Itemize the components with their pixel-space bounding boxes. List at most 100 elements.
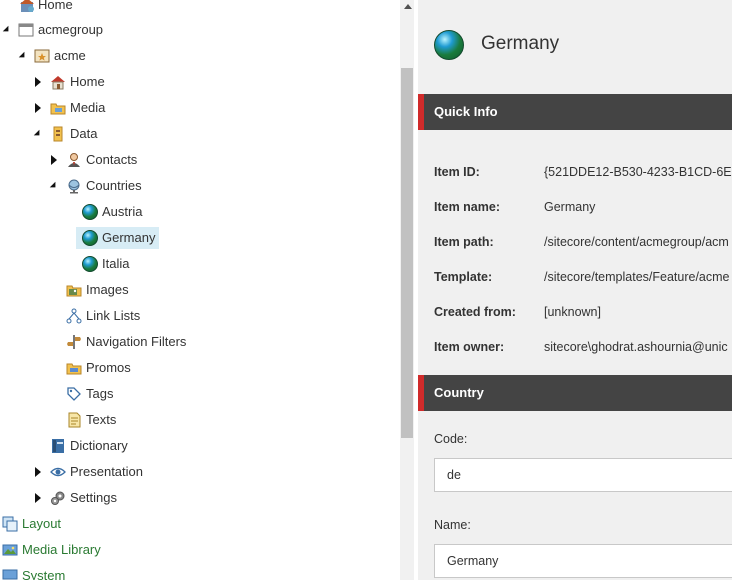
tree-item-media-library[interactable]: Media Library [0, 539, 160, 561]
tree-item-label: Presentation [70, 464, 143, 479]
dictionary-icon [50, 438, 66, 454]
expand-toggle[interactable] [33, 123, 43, 145]
tree-item-dictionary[interactable]: Dictionary [0, 435, 160, 457]
field-label: Item name: [434, 200, 500, 214]
window-icon [18, 22, 34, 38]
tree-item-data[interactable]: Data [0, 123, 160, 145]
media-folder-icon [50, 100, 66, 116]
globe-icon [82, 256, 98, 272]
tree-item-navigation-filters[interactable]: Navigation Filters [0, 331, 200, 353]
field-label: Item path: [434, 235, 494, 249]
section-title: Quick Info [434, 104, 498, 119]
expand-toggle[interactable] [18, 45, 28, 67]
field-label: Item owner: [434, 340, 505, 354]
eye-icon [50, 464, 66, 480]
expand-toggle[interactable] [33, 97, 43, 119]
tree-item-label: Settings [70, 490, 117, 505]
tree-item-promos[interactable]: Promos [0, 357, 160, 379]
tree-item-home[interactable]: Home [0, 71, 160, 93]
text-document-icon [66, 412, 82, 428]
tree-item-label: acme [54, 48, 86, 63]
tree-item-texts[interactable]: Texts [0, 409, 160, 431]
tree-item-label: acmegroup [38, 22, 104, 37]
field-value: [unknown] [544, 305, 601, 319]
contact-person-icon [66, 152, 82, 168]
tree-item-tags[interactable]: Tags [0, 383, 160, 405]
caret-right-icon [35, 77, 41, 87]
name-input[interactable]: Germany [434, 544, 732, 578]
scrollbar-thumb[interactable] [401, 68, 413, 438]
tree-item-label: Countries [86, 178, 142, 193]
expand-toggle[interactable] [2, 19, 12, 41]
field-value: /sitecore/templates/Feature/acme [544, 270, 730, 284]
tree-item-label: System [22, 568, 66, 580]
caret-right-icon [51, 155, 57, 165]
section-title: Country [434, 385, 484, 400]
tree-item-germany[interactable]: Germany [0, 227, 160, 249]
tree-item-label: Austria [102, 204, 143, 219]
tree-item-label: Texts [86, 412, 117, 427]
tree-item-label: Dictionary [70, 438, 128, 453]
section-header-quick-info[interactable]: Quick Info [418, 94, 732, 130]
site-icon [34, 48, 50, 64]
tree-item-label: Tags [86, 386, 114, 401]
code-label: Code: [434, 432, 468, 446]
tree-item-acmegroup[interactable]: acmegroup [0, 19, 140, 41]
images-folder-icon [66, 282, 82, 298]
layout-icon [2, 516, 18, 532]
tree-item-presentation[interactable]: Presentation [0, 461, 170, 483]
tree-item-countries[interactable]: Countries [0, 175, 160, 197]
expand-toggle[interactable] [33, 461, 43, 483]
tree-item-label: Data [70, 126, 98, 141]
signpost-icon [66, 334, 82, 350]
house-icon [50, 74, 66, 90]
field-value: {521DDE12-B530-4233-B1CD-6E08 [544, 165, 732, 179]
field-label: Created from: [434, 305, 516, 319]
tree-item-images[interactable]: Images [0, 279, 160, 301]
caret-right-icon [35, 467, 41, 477]
caret-right-icon [35, 493, 41, 503]
expand-toggle[interactable] [33, 487, 43, 509]
tree-item-label: Germany [98, 227, 160, 249]
globe-stand-icon [66, 178, 82, 194]
scroll-up-arrow-icon[interactable] [404, 4, 412, 9]
tree-item-label: Navigation Filters [86, 334, 187, 349]
expand-toggle[interactable] [49, 175, 59, 197]
field-value: Germany [544, 200, 596, 214]
field-value: sitecore\ghodrat.ashournia@unic [544, 340, 728, 354]
tree-item-label: Link Lists [86, 308, 141, 323]
section-header-country[interactable]: Country [418, 375, 732, 411]
promo-folder-icon [66, 360, 82, 376]
name-label: Name: [434, 518, 471, 532]
tree-item-label: Promos [86, 360, 131, 375]
tree-item-label: Media Library [22, 542, 101, 557]
caret-down-icon [33, 129, 43, 139]
tree-item-media[interactable]: Media [0, 97, 160, 119]
tree-item-acme[interactable]: acme [0, 45, 140, 67]
caret-right-icon [35, 103, 41, 113]
tree-item-label: Layout [22, 516, 62, 531]
tree-item-system[interactable]: System [0, 565, 160, 580]
tree-item-link-lists[interactable]: Link Lists [0, 305, 160, 327]
globe-icon [82, 204, 98, 220]
tree-item-label: Media [70, 100, 106, 115]
tree-item-settings[interactable]: Settings [0, 487, 160, 509]
tree-item-label: Italia [102, 256, 130, 271]
field-value: /sitecore/content/acmegroup/acm [544, 235, 729, 249]
tree-item-austria[interactable]: Austria [0, 201, 160, 223]
data-icon [50, 126, 66, 142]
quick-info-panel: Item ID: {521DDE12-B530-4233-B1CD-6E08 I… [418, 130, 732, 375]
code-input[interactable]: de [434, 458, 732, 492]
tree-item-label: Home [70, 74, 105, 89]
field-label: Template: [434, 270, 493, 284]
tree-item-layout[interactable]: Layout [0, 513, 160, 535]
link-tree-icon [66, 308, 82, 324]
country-panel: Code: de Name: Germany [418, 411, 732, 580]
expand-toggle[interactable] [33, 71, 43, 93]
tree-item-italia[interactable]: Italia [0, 253, 160, 275]
media-library-icon [2, 542, 18, 558]
tree-item-contacts[interactable]: Contacts [0, 149, 160, 171]
tree-item-home-root[interactable]: Home [0, 0, 140, 16]
item-header: Germany [418, 0, 732, 94]
expand-toggle[interactable] [49, 149, 59, 171]
